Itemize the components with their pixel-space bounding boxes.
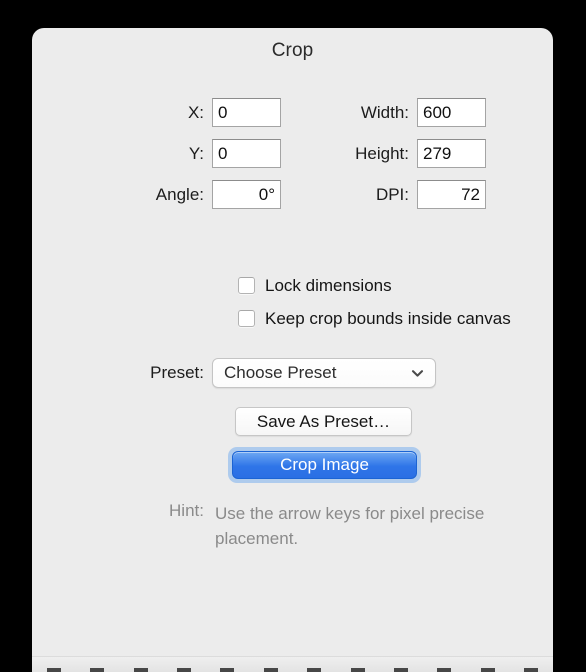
- width-input[interactable]: [417, 98, 486, 127]
- crop-options-group: Lock dimensions Keep crop bounds inside …: [238, 273, 511, 339]
- y-input[interactable]: [212, 139, 281, 168]
- toolbar-icon[interactable]: [90, 668, 105, 672]
- crop-image-focus-ring: Crop Image: [228, 447, 421, 483]
- y-label: Y:: [188, 143, 204, 163]
- lock-dimensions-checkbox-row[interactable]: Lock dimensions: [238, 273, 511, 298]
- angle-label: Angle:: [155, 184, 204, 204]
- toolbar-icon[interactable]: [220, 668, 235, 672]
- width-label: Width:: [360, 102, 409, 122]
- lock-dimensions-label: Lock dimensions: [265, 275, 392, 295]
- save-as-preset-button[interactable]: Save As Preset…: [235, 407, 412, 436]
- toolbar-icon[interactable]: [350, 668, 365, 672]
- dpi-label: DPI:: [375, 184, 409, 204]
- angle-input[interactable]: [212, 180, 281, 209]
- preset-selected-value: Choose Preset: [224, 363, 337, 382]
- panel-title: Crop: [271, 40, 314, 61]
- height-input[interactable]: [417, 139, 486, 168]
- lock-dimensions-checkbox[interactable]: [238, 277, 255, 294]
- preset-row: Preset: Choose Preset: [32, 358, 553, 388]
- crop-panel: Crop X: Width: Y: Height: Angle:: [32, 28, 553, 672]
- toolbar-icon[interactable]: [133, 668, 148, 672]
- toolbar-icon[interactable]: [307, 668, 322, 672]
- hint-label: Hint:: [169, 501, 204, 520]
- bottom-toolbar-icons: [32, 667, 553, 672]
- toolbar-icon[interactable]: [46, 668, 61, 672]
- field-row-x-width: X: Width:: [32, 96, 553, 129]
- chevron-down-icon: [411, 370, 424, 377]
- toolbar-icon[interactable]: [480, 668, 495, 672]
- preset-label: Preset:: [150, 363, 204, 382]
- dpi-input[interactable]: [417, 180, 486, 209]
- x-input[interactable]: [212, 98, 281, 127]
- toolbar-icon[interactable]: [524, 668, 539, 672]
- hint-text: Use the arrow keys for pixel precise pla…: [215, 504, 485, 548]
- hint-block: Hint: Use the arrow keys for pixel preci…: [32, 501, 553, 551]
- crop-image-button[interactable]: Crop Image: [232, 451, 417, 479]
- height-label: Height:: [355, 143, 409, 163]
- x-label: X:: [187, 102, 204, 122]
- toolbar-icon[interactable]: [263, 668, 278, 672]
- keep-bounds-label: Keep crop bounds inside canvas: [265, 308, 511, 328]
- field-row-y-height: Y: Height:: [32, 137, 553, 170]
- bottom-toolbar-strip: [32, 656, 553, 672]
- crop-fields-form: X: Width: Y: Height: Angle: DPI:: [32, 96, 553, 219]
- preset-select[interactable]: Choose Preset: [212, 358, 436, 388]
- field-row-angle-dpi: Angle: DPI:: [32, 178, 553, 211]
- toolbar-icon[interactable]: [437, 668, 452, 672]
- toolbar-icon[interactable]: [176, 668, 191, 672]
- keep-bounds-checkbox-row[interactable]: Keep crop bounds inside canvas: [238, 306, 511, 331]
- keep-bounds-checkbox[interactable]: [238, 310, 255, 327]
- toolbar-icon[interactable]: [393, 668, 408, 672]
